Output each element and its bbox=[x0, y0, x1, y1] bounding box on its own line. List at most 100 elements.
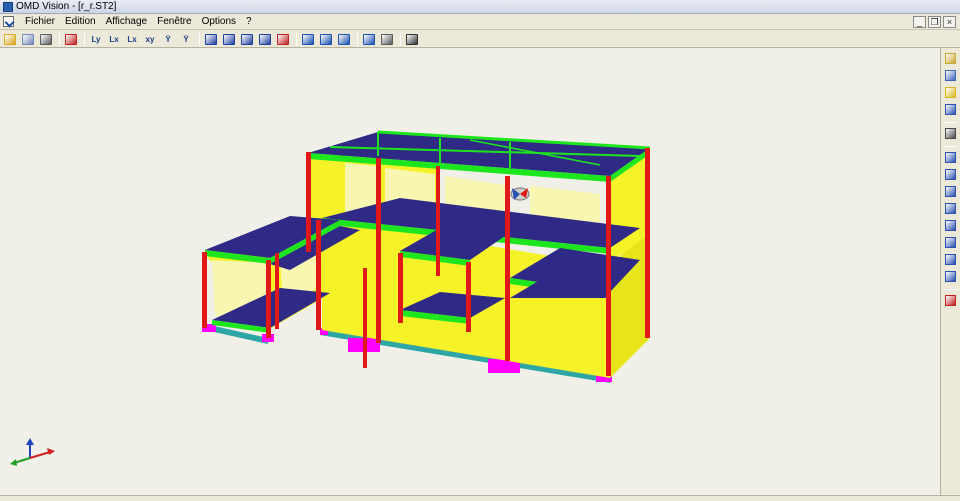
3d-viewport[interactable] bbox=[0, 48, 940, 495]
print-button[interactable] bbox=[38, 32, 54, 47]
title-bar: OMD Vision - [r_r.ST2] bbox=[0, 0, 960, 14]
wall-button[interactable] bbox=[943, 184, 958, 199]
mesh-button[interactable] bbox=[943, 126, 958, 141]
toolbar-separator bbox=[84, 33, 85, 46]
column bbox=[376, 158, 381, 343]
zoom-out-button[interactable] bbox=[239, 32, 255, 47]
column bbox=[645, 148, 650, 338]
zoom-window-icon bbox=[205, 34, 217, 45]
grid-icon bbox=[945, 271, 956, 282]
rotate-icon bbox=[302, 34, 314, 45]
view-iso-button[interactable]: Ÿ bbox=[160, 32, 176, 47]
printer-setup-button[interactable] bbox=[379, 32, 395, 47]
status-bar bbox=[0, 495, 960, 501]
printer-setup-icon bbox=[381, 34, 393, 45]
right-toolbar-buttons bbox=[941, 48, 960, 310]
properties-button[interactable] bbox=[943, 51, 958, 66]
column bbox=[398, 253, 403, 323]
foundation-icon bbox=[945, 220, 956, 231]
menu-affichage[interactable]: Affichage bbox=[101, 16, 153, 28]
toolbar-separator bbox=[400, 33, 401, 46]
columns-icon bbox=[945, 104, 956, 115]
print-icon bbox=[40, 34, 52, 45]
column bbox=[505, 176, 510, 361]
column bbox=[202, 252, 207, 328]
column bbox=[363, 268, 367, 368]
main-toolbar: Ly Lx Lx xy Ÿ Ÿ bbox=[0, 31, 960, 48]
view-iso-icon: Ÿ bbox=[165, 35, 171, 44]
column bbox=[436, 166, 440, 276]
zoom-all-button[interactable] bbox=[257, 32, 273, 47]
support-button[interactable] bbox=[943, 252, 958, 267]
eye-icon bbox=[320, 34, 332, 45]
beam-button[interactable] bbox=[943, 150, 958, 165]
menu-options[interactable]: Options bbox=[197, 16, 241, 28]
menu-help[interactable]: ? bbox=[241, 16, 257, 28]
toolbar-separator bbox=[59, 33, 60, 46]
delete-icon bbox=[945, 295, 956, 306]
pan-button[interactable] bbox=[336, 32, 352, 47]
foundation-button[interactable] bbox=[943, 218, 958, 233]
axes-select-icon bbox=[65, 34, 77, 45]
axes-select-button[interactable] bbox=[63, 32, 79, 47]
mdi-restore-button[interactable]: ❐ bbox=[928, 16, 941, 28]
zoom-out-icon bbox=[241, 34, 253, 45]
app-icon bbox=[3, 2, 13, 12]
toolbar-separator bbox=[357, 33, 358, 46]
view-xy-icon: xy bbox=[145, 35, 155, 44]
view-y-button[interactable]: Ly bbox=[88, 32, 104, 47]
view-minus-x-button[interactable]: Lx bbox=[124, 32, 140, 47]
slab-icon bbox=[945, 169, 956, 180]
support-icon bbox=[945, 254, 956, 265]
open-folder-icon bbox=[4, 34, 16, 45]
zoom-dynamic-button[interactable] bbox=[275, 32, 291, 47]
right-toolbar bbox=[940, 48, 960, 495]
menu-fichier[interactable]: Fichier bbox=[20, 16, 60, 28]
copy-button[interactable] bbox=[20, 32, 36, 47]
eye-button[interactable] bbox=[318, 32, 334, 47]
help-binoculars-button[interactable] bbox=[404, 32, 420, 47]
mdi-close-button[interactable]: × bbox=[943, 16, 956, 28]
grid-button[interactable] bbox=[943, 269, 958, 284]
layers-button[interactable] bbox=[943, 68, 958, 83]
mdi-controls: _ ❐ × bbox=[913, 16, 956, 28]
properties-icon bbox=[945, 53, 956, 64]
mdi-minimize-button[interactable]: _ bbox=[913, 16, 926, 28]
toolbar-separator bbox=[199, 33, 200, 46]
copy-icon bbox=[22, 34, 34, 45]
view-minus-x-icon: Lx bbox=[127, 35, 137, 44]
zoom-dynamic-icon bbox=[277, 34, 289, 45]
column bbox=[266, 260, 271, 338]
toolbar-separator bbox=[943, 289, 958, 290]
menu-fenetre[interactable]: Fenêtre bbox=[152, 16, 196, 28]
beam-icon bbox=[945, 152, 956, 163]
open-folder-button[interactable] bbox=[2, 32, 18, 47]
colors-icon bbox=[945, 87, 956, 98]
view-xy-button[interactable]: xy bbox=[142, 32, 158, 47]
delete-button[interactable] bbox=[943, 293, 958, 308]
view-x-button[interactable]: Lx bbox=[106, 32, 122, 47]
load-button[interactable] bbox=[943, 235, 958, 250]
axis-triad bbox=[10, 438, 55, 466]
zoom-in-button[interactable] bbox=[221, 32, 237, 47]
rotate-button[interactable] bbox=[300, 32, 316, 47]
column-button[interactable] bbox=[943, 201, 958, 216]
view-iso2-button[interactable]: Ÿ bbox=[178, 32, 194, 47]
view-iso2-icon: Ÿ bbox=[183, 35, 189, 44]
render-button[interactable] bbox=[361, 32, 377, 47]
structure-model-view[interactable] bbox=[0, 48, 940, 495]
menu-edition[interactable]: Edition bbox=[60, 16, 101, 28]
pan-icon bbox=[338, 34, 350, 45]
view-x-icon: Lx bbox=[109, 35, 119, 44]
toolbar-separator bbox=[943, 122, 958, 123]
document-system-icon[interactable] bbox=[3, 16, 14, 27]
slab-button[interactable] bbox=[943, 167, 958, 182]
column bbox=[466, 262, 471, 332]
column bbox=[316, 220, 321, 330]
cursor-marker bbox=[510, 187, 530, 201]
zoom-window-button[interactable] bbox=[203, 32, 219, 47]
window-title: OMD Vision - [r_r.ST2] bbox=[16, 1, 117, 12]
columns-button[interactable] bbox=[943, 102, 958, 117]
column bbox=[606, 176, 611, 376]
colors-button[interactable] bbox=[943, 85, 958, 100]
